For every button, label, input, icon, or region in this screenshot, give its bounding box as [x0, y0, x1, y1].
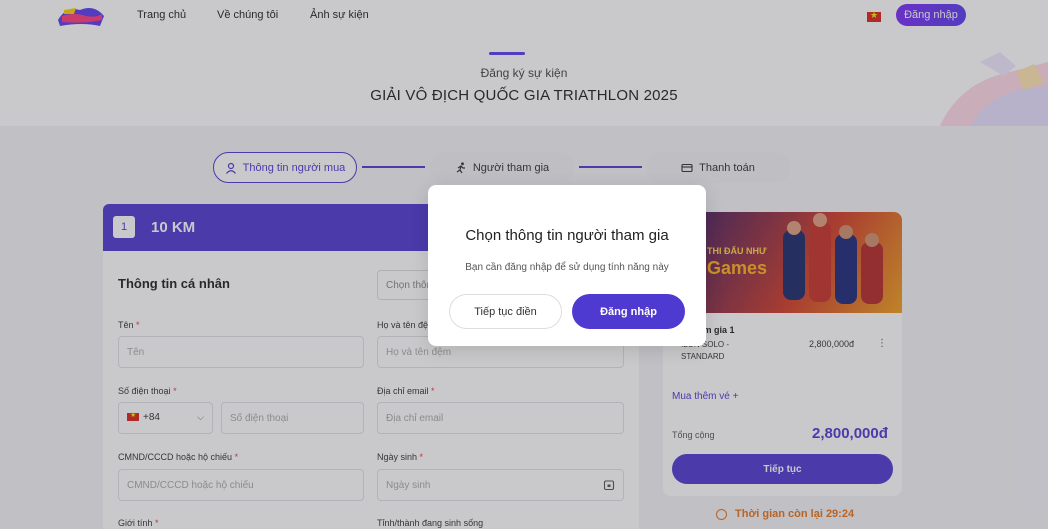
modal-login-button[interactable]: Đăng nhập — [572, 294, 685, 329]
modal-message: Bạn cần đăng nhập để sử dụng tính năng n… — [465, 262, 669, 273]
modal-title: Chọn thông tin người tham gia — [465, 227, 669, 244]
login-required-modal: Chọn thông tin người tham gia Bạn cần đă… — [428, 185, 706, 346]
continue-filling-button[interactable]: Tiếp tục điền — [449, 294, 562, 329]
